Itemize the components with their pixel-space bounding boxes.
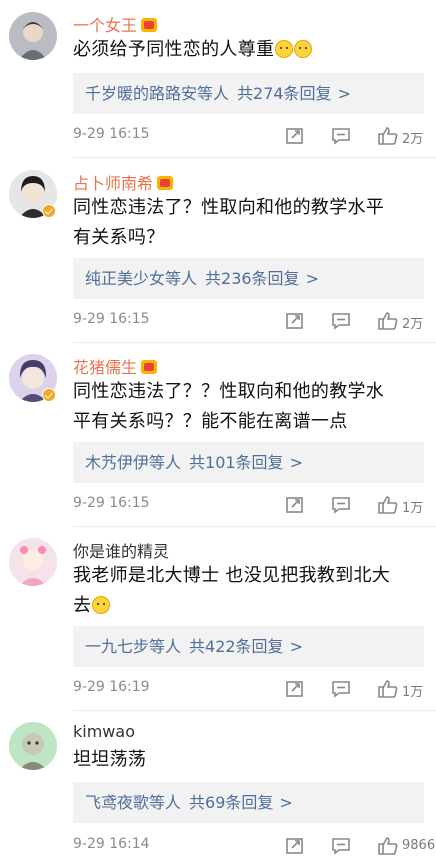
- comment-footer: 9-29 16:19 1万: [73, 679, 428, 700]
- username-text[interactable]: 花猪儒生: [73, 358, 137, 377]
- username[interactable]: kimwao: [73, 722, 135, 741]
- verified-badge-icon: [42, 388, 56, 402]
- timestamp: 9-29 16:15: [73, 126, 150, 142]
- comment-text-content: 坦坦荡荡: [73, 749, 147, 770]
- comment-footer: 9-29 16:15 2万: [73, 126, 428, 147]
- vip-crown-icon: [157, 176, 174, 190]
- comment-icon[interactable]: [331, 495, 351, 515]
- comment-text-line: 有关系吗？: [73, 227, 165, 248]
- reply-users[interactable]: 纯正美少女等人: [85, 269, 197, 288]
- comment-text-line: 去: [73, 595, 92, 616]
- reply-summary[interactable]: 一九七步等人 共422条回复 >: [73, 626, 424, 667]
- timestamp: 9-29 16:15: [73, 495, 150, 511]
- comment-text: 坦坦荡荡: [73, 745, 423, 775]
- avatar[interactable]: [9, 12, 57, 60]
- like-count: 1万: [402, 501, 424, 516]
- chevron-right-icon: >: [289, 637, 303, 656]
- divider: [73, 342, 436, 343]
- reply-summary[interactable]: 木艿伊伊等人 共101条回复 >: [73, 442, 424, 483]
- comment-icon[interactable]: [331, 311, 351, 331]
- timestamp: 9-29 16:14: [73, 836, 150, 852]
- divider: [73, 526, 436, 527]
- reply-summary[interactable]: 飞鸢夜歌等人 共69条回复 >: [73, 782, 424, 823]
- smile-emoji-icon: [275, 40, 294, 58]
- avatar[interactable]: [9, 722, 57, 770]
- comment-footer: 9-29 16:14 9866: [73, 836, 435, 856]
- reply-count[interactable]: 共101条回复: [189, 453, 284, 472]
- comment-text-content: 必须给予同性恋的人尊重: [73, 39, 275, 60]
- like-count: 2万: [402, 317, 424, 332]
- reply-count[interactable]: 共274条回复: [237, 84, 332, 103]
- timestamp: 9-29 16:19: [73, 679, 150, 695]
- comment-text-line: 同性恋违法了？性取向和他的教学水平: [73, 197, 385, 218]
- thumbs-up-icon[interactable]: [377, 311, 399, 331]
- chevron-right-icon: >: [279, 793, 293, 812]
- like-count: 1万: [402, 685, 424, 700]
- comment-footer: 9-29 16:15 2万: [73, 311, 428, 332]
- repost-icon[interactable]: [285, 679, 305, 699]
- username[interactable]: 花猪儒生: [73, 354, 158, 378]
- chevron-right-icon: >: [289, 453, 303, 472]
- chevron-right-icon: >: [337, 84, 351, 103]
- reply-users[interactable]: 木艿伊伊等人: [85, 453, 181, 472]
- username-text[interactable]: kimwao: [73, 722, 135, 741]
- thumbs-up-icon[interactable]: [377, 495, 399, 515]
- comment-footer: 9-29 16:15 1万: [73, 495, 428, 516]
- divider: [73, 710, 436, 711]
- reply-count[interactable]: 共422条回复: [189, 637, 284, 656]
- comment-text: 必须给予同性恋的人尊重: [73, 35, 423, 65]
- comment-text-line: 同性恋违法了？？性取向和他的教学水: [73, 381, 385, 402]
- smile-emoji-icon: [294, 40, 313, 58]
- username[interactable]: 你是谁的精灵: [73, 538, 169, 562]
- reply-users[interactable]: 千岁暖的路路安等人: [85, 84, 229, 103]
- avatar[interactable]: [9, 538, 57, 586]
- comment-icon[interactable]: [331, 836, 351, 856]
- repost-icon[interactable]: [285, 311, 305, 331]
- verified-badge-icon: [42, 204, 56, 218]
- username-text[interactable]: 一个女王: [73, 16, 137, 35]
- eye-roll-emoji-icon: [92, 596, 111, 614]
- vip-crown-icon: [141, 360, 158, 374]
- comment-text: 同性恋违法了？？性取向和他的教学水 平有关系吗？？能不能在离谱一点: [73, 377, 423, 437]
- repost-icon[interactable]: [285, 495, 305, 515]
- thumbs-up-icon[interactable]: [377, 126, 399, 146]
- reply-summary[interactable]: 纯正美少女等人 共236条回复 >: [73, 258, 424, 299]
- chevron-right-icon: >: [305, 269, 319, 288]
- username-text[interactable]: 占卜师南希: [73, 174, 153, 193]
- username[interactable]: 占卜师南希: [73, 170, 174, 194]
- repost-icon[interactable]: [285, 836, 305, 856]
- reply-count[interactable]: 共69条回复: [189, 793, 273, 812]
- reply-summary[interactable]: 千岁暖的路路安等人 共274条回复 >: [73, 73, 424, 114]
- username-text[interactable]: 你是谁的精灵: [73, 542, 169, 561]
- vip-crown-icon: [141, 18, 158, 32]
- like-count: 9866: [402, 838, 436, 853]
- repost-icon[interactable]: [285, 126, 305, 146]
- thumbs-up-icon[interactable]: [377, 679, 399, 699]
- comment-icon[interactable]: [331, 126, 351, 146]
- username[interactable]: 一个女王: [73, 12, 158, 36]
- like-count: 2万: [402, 132, 424, 147]
- comment-text: 我老师是北大博士 也没见把我教到北大 去: [73, 561, 423, 621]
- reply-users[interactable]: 一九七步等人: [85, 637, 181, 656]
- thumbs-up-icon[interactable]: [377, 836, 399, 856]
- reply-count[interactable]: 共236条回复: [205, 269, 300, 288]
- comment-text: 同性恋违法了？性取向和他的教学水平 有关系吗？: [73, 193, 423, 253]
- timestamp: 9-29 16:15: [73, 311, 150, 327]
- reply-users[interactable]: 飞鸢夜歌等人: [85, 793, 181, 812]
- divider: [73, 157, 436, 158]
- comment-text-line: 平有关系吗？？能不能在离谱一点: [73, 411, 348, 432]
- comment-icon[interactable]: [331, 679, 351, 699]
- comment-text-line: 我老师是北大博士 也没见把我教到北大: [73, 565, 391, 586]
